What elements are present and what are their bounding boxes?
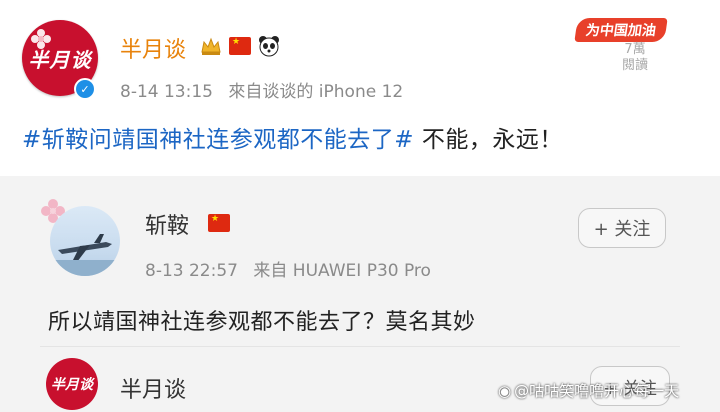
promo-badge-text: 为中国加油 — [584, 23, 657, 39]
airplane-icon — [50, 234, 120, 276]
repost-timestamp: 8-13 22:57 — [145, 261, 238, 281]
avatar[interactable]: 半月谈 — [46, 358, 98, 410]
repost-username[interactable]: 斩鞍 — [145, 208, 189, 240]
post-meta: 8-14 13:15 來自谈谈的 iPhone 12 — [120, 77, 403, 102]
china-flag-icon: ★ — [208, 214, 230, 232]
follow-button[interactable]: + 关注 — [578, 208, 666, 248]
post-username[interactable]: 半月谈 — [120, 32, 186, 64]
divider — [40, 346, 680, 347]
watermark-text: @咕咕笑噜噜开心每一天 — [514, 382, 680, 400]
weibo-icon: ◉ — [498, 382, 512, 400]
repost-source[interactable]: 来自 HUAWEI P30 Pro — [253, 261, 431, 281]
post-body: 不能，永远！ — [414, 127, 563, 153]
avatar[interactable] — [50, 206, 120, 276]
promo-badge: 为中国加油 — [574, 18, 668, 42]
post-text: #斩鞍问靖国神社连参观都不能去了# 不能，永远！ — [22, 120, 563, 154]
china-flag-icon: ★ — [229, 37, 251, 55]
read-count: 7萬 閱讀 — [622, 42, 648, 74]
comment-username[interactable]: 半月谈 — [120, 372, 186, 404]
read-count-value: 7萬 — [624, 42, 646, 57]
panda-icon — [259, 36, 279, 57]
read-count-label: 閱讀 — [622, 58, 649, 73]
topic-link[interactable]: #斩鞍问靖国神社连参观都不能去了# — [22, 127, 414, 153]
repost-text: 所以靖国神社连参观都不能去了？莫名其妙 — [48, 310, 476, 335]
avatar-logo-text: 半月谈 — [51, 377, 93, 393]
post-timestamp: 8-14 13:15 — [120, 82, 213, 102]
verified-check-icon: ✓ — [74, 78, 96, 100]
flower-icon — [31, 29, 51, 49]
watermark: ◉ @咕咕笑噜噜开心每一天 — [498, 380, 679, 401]
post-source[interactable]: 來自谈谈的 iPhone 12 — [228, 82, 403, 102]
crown-badge-icon — [201, 37, 221, 55]
repost-meta: 8-13 22:57 来自 HUAWEI P30 Pro — [145, 256, 431, 281]
